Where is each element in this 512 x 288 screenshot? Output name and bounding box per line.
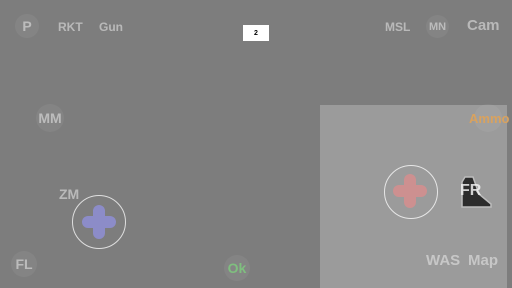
gun-button[interactable]: Gun (99, 20, 123, 34)
fl-button-label: FL (15, 256, 33, 272)
counter-display: 2 (243, 25, 269, 41)
rkt-button[interactable]: RKT (58, 20, 83, 34)
mn-button-label: MN (428, 20, 447, 33)
left-joystick-dpad-icon (82, 205, 116, 239)
ok-button[interactable]: Ok (224, 255, 250, 281)
msl-button[interactable]: MSL (385, 20, 410, 34)
fr-button[interactable]: FR (460, 182, 481, 200)
mn-button[interactable]: MN (426, 15, 449, 38)
mm-button[interactable]: MM (36, 104, 64, 132)
zm-button[interactable]: ZM (59, 186, 79, 202)
fl-button[interactable]: FL (11, 251, 37, 277)
ok-button-label: Ok (227, 260, 247, 276)
p-button[interactable]: P (15, 14, 39, 38)
map-button[interactable]: Map (468, 252, 498, 269)
p-button-label: P (22, 18, 32, 34)
right-joystick-dpad-icon (393, 174, 427, 208)
mm-button-label: MM (38, 110, 62, 126)
ammo-button[interactable]: Ammo (469, 111, 509, 126)
was-button[interactable]: WAS (426, 252, 460, 269)
cam-button[interactable]: Cam (467, 17, 500, 34)
